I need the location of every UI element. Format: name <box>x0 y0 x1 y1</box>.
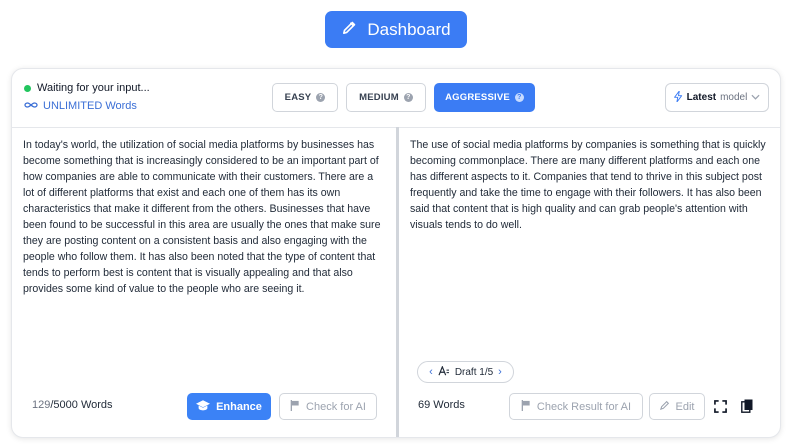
edit-label: Edit <box>675 400 695 413</box>
pencil-icon <box>341 19 358 41</box>
check-for-ai-label: Check for AI <box>306 400 366 413</box>
pencil-icon <box>659 400 670 413</box>
status-text: Waiting for your input... <box>37 82 150 94</box>
enhance-label: Enhance <box>216 400 262 413</box>
input-textarea[interactable]: In today's world, the utilization of soc… <box>23 137 386 297</box>
model-latest-label: Latest <box>686 92 717 103</box>
mode-easy-label: EASY <box>284 92 312 103</box>
draft-label: Draft 1/5 <box>454 366 494 378</box>
help-icon: ? <box>514 93 524 102</box>
dashboard-button[interactable]: Dashboard <box>325 11 467 48</box>
model-label: model <box>720 92 748 103</box>
check-result-for-ai-button[interactable]: Check Result for AI <box>509 393 643 420</box>
help-icon: ? <box>316 93 326 102</box>
flag-icon <box>521 399 531 414</box>
toolbar: Waiting for your input... UNLIMITED Word… <box>12 69 780 128</box>
mode-medium-button[interactable]: MEDIUM ? <box>346 83 426 112</box>
fullscreen-icon[interactable] <box>711 397 729 415</box>
copy-icon[interactable] <box>738 397 756 415</box>
chevron-left-icon[interactable]: ‹ <box>429 366 433 378</box>
edit-button[interactable]: Edit <box>649 393 705 420</box>
unlimited-text: UNLIMITED Words <box>43 100 137 112</box>
text-a-icon <box>438 364 450 379</box>
status-line: Waiting for your input... <box>24 82 150 94</box>
chevron-down-icon <box>751 92 760 103</box>
lightning-icon <box>673 90 683 105</box>
graduation-cap-icon <box>196 399 211 414</box>
model-select[interactable]: Latest model <box>665 83 769 112</box>
mode-aggressive-button[interactable]: AGGRESSIVE ? <box>434 83 535 112</box>
input-word-count: 129/5000 Words <box>32 399 113 411</box>
output-text[interactable]: The use of social media platforms by com… <box>410 137 766 233</box>
infinity-icon <box>24 100 38 112</box>
mode-easy-button[interactable]: EASY ? <box>272 83 338 112</box>
status-dot <box>24 84 31 92</box>
help-icon: ? <box>403 93 413 102</box>
draft-navigator[interactable]: ‹ Draft 1/5 › <box>417 361 514 383</box>
output-word-count: 69 Words <box>418 399 465 411</box>
mode-medium-label: MEDIUM <box>359 92 399 103</box>
check-result-label: Check Result for AI <box>536 400 632 413</box>
unlimited-words: UNLIMITED Words <box>24 100 137 112</box>
mode-aggressive-label: AGGRESSIVE <box>445 92 510 103</box>
pane-divider[interactable] <box>396 127 399 437</box>
input-word-count-number: 129 <box>32 399 51 411</box>
check-for-ai-button[interactable]: Check for AI <box>279 393 377 420</box>
dashboard-label: Dashboard <box>367 19 451 39</box>
input-word-limit: /5000 Words <box>50 399 113 411</box>
enhance-button[interactable]: Enhance <box>187 393 271 420</box>
humanizer-card: Waiting for your input... UNLIMITED Word… <box>11 68 781 438</box>
chevron-right-icon[interactable]: › <box>498 366 502 378</box>
flag-icon <box>290 399 300 414</box>
